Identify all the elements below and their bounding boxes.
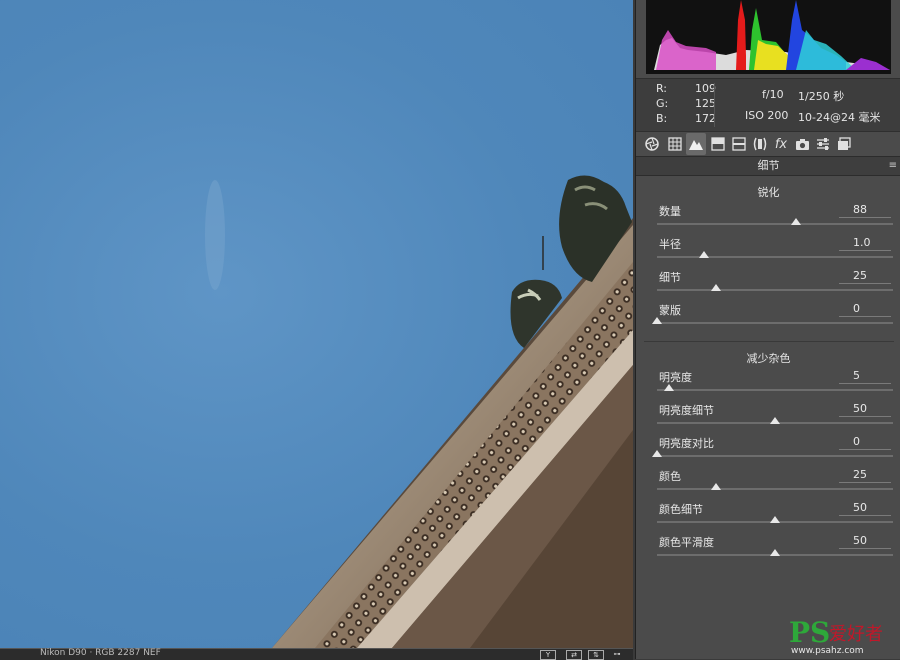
slider-row-luminance[interactable]: 明亮度 5 xyxy=(636,369,900,399)
g-value: 125 xyxy=(695,97,716,110)
slider-value-input[interactable]: 50 xyxy=(839,501,891,516)
slider-thumb[interactable] xyxy=(770,417,780,424)
slider-row-color-smoothness[interactable]: 颜色平滑度 50 xyxy=(636,534,900,564)
slider-label: 数量 xyxy=(659,205,681,218)
detail-title: 细节 xyxy=(757,159,780,172)
panel-tabs: fx xyxy=(636,132,900,157)
slider-value-input[interactable]: 25 xyxy=(839,468,891,483)
site-watermark: PS 爱好者 www.psahz.com xyxy=(785,616,895,656)
section-title: 细节 ≡ xyxy=(636,157,900,176)
mountain-icon[interactable] xyxy=(686,133,706,155)
slider-row-color[interactable]: 颜色 25 xyxy=(636,468,900,498)
slider-thumb[interactable] xyxy=(711,483,721,490)
slider-thumb[interactable] xyxy=(791,218,802,225)
g-readout: G: 125 xyxy=(656,97,716,110)
watermark-cn: 爱好者 xyxy=(829,624,883,645)
presets-icon[interactable] xyxy=(834,133,854,155)
slider-track[interactable] xyxy=(657,483,893,490)
slider-row-radius[interactable]: 半径 1.0 xyxy=(636,236,900,266)
r-label: R: xyxy=(656,82,668,95)
slider-row-amount[interactable]: 数量 88 xyxy=(636,203,900,233)
adjustment-panel: R: 109 G: 125 B: 172 f/10 1/250 秒 ISO 20… xyxy=(635,0,900,659)
slider-track[interactable] xyxy=(657,251,893,258)
slider-label: 细节 xyxy=(659,271,681,284)
slider-track[interactable] xyxy=(652,317,893,324)
slider-track[interactable] xyxy=(657,284,893,291)
group-divider xyxy=(644,341,894,342)
slider-thumb[interactable] xyxy=(770,549,780,556)
aperture-value: f/10 xyxy=(762,88,784,101)
sliders-icon[interactable] xyxy=(813,133,833,155)
slider-label: 明亮度对比 xyxy=(659,437,714,450)
slider-row-luminance-contrast[interactable]: 明亮度对比 0 xyxy=(636,435,900,465)
info-readouts: R: 109 G: 125 B: 172 f/10 1/250 秒 ISO 20… xyxy=(636,78,900,132)
aperture-icon[interactable] xyxy=(642,133,662,155)
readout-divider xyxy=(714,83,715,127)
slider-label: 颜色细节 xyxy=(659,503,703,516)
slider-track[interactable] xyxy=(657,384,893,391)
slider-label: 半径 xyxy=(659,238,681,251)
watermark-url: www.psahz.com xyxy=(791,646,864,656)
slider-thumb[interactable] xyxy=(711,284,721,291)
slider-thumb[interactable] xyxy=(652,450,662,457)
b-value: 172 xyxy=(695,112,716,125)
slider-label: 颜色平滑度 xyxy=(659,536,714,549)
r-readout: R: 109 xyxy=(656,82,716,95)
iso-value: ISO 200 xyxy=(745,109,789,122)
slider-label: 明亮度细节 xyxy=(659,404,714,417)
slider-value-input[interactable]: 50 xyxy=(839,534,891,549)
slider-value-input[interactable]: 88 xyxy=(839,203,891,218)
slider-thumb[interactable] xyxy=(699,251,710,258)
slider-track[interactable] xyxy=(657,516,893,523)
panel-menu-icon[interactable]: ≡ xyxy=(889,157,897,175)
noise-group-title: 减少杂色 xyxy=(746,352,791,365)
slider-thumb[interactable] xyxy=(770,516,780,523)
slider-value-input[interactable]: 0 xyxy=(839,435,891,450)
slider-value-input[interactable]: 0 xyxy=(839,302,891,317)
status-bar: Nikon D90 · RGB 2287 NEF Y ⇄ ⇅ ⊶ xyxy=(0,648,633,660)
slider-track[interactable] xyxy=(652,450,893,457)
lens-icon[interactable] xyxy=(750,133,770,155)
r-value: 109 xyxy=(695,82,716,95)
g-label: G: xyxy=(656,97,669,110)
slider-row-detail[interactable]: 细节 25 xyxy=(636,269,900,299)
slider-label: 颜色 xyxy=(659,470,681,483)
slider-value-input[interactable]: 50 xyxy=(839,402,891,417)
histogram xyxy=(646,0,891,74)
sharpen-group-title: 锐化 xyxy=(757,186,780,199)
b-readout: B: 172 xyxy=(656,112,716,125)
slider-value-input[interactable]: 25 xyxy=(839,269,891,284)
slider-value-input[interactable]: 5 xyxy=(839,369,891,384)
grid-icon[interactable] xyxy=(665,133,685,155)
toggle-icon[interactable]: ⊶ xyxy=(610,650,624,658)
watermark-ps: PS xyxy=(789,616,831,649)
photo-building-cornice xyxy=(205,175,633,648)
slider-value-input[interactable]: 1.0 xyxy=(839,236,891,251)
slider-track[interactable] xyxy=(657,549,893,556)
slider-row-color-detail[interactable]: 颜色细节 50 xyxy=(636,501,900,531)
split-tone-icon[interactable] xyxy=(708,133,728,155)
hsl-icon[interactable] xyxy=(729,133,749,155)
slider-label: 蒙版 xyxy=(659,304,681,317)
fx-icon[interactable]: fx xyxy=(771,133,791,155)
slider-row-luminance-detail[interactable]: 明亮度细节 50 xyxy=(636,402,900,432)
slider-thumb[interactable] xyxy=(663,384,674,391)
lens-value: 10-24@24 毫米 xyxy=(798,111,881,124)
slider-track[interactable] xyxy=(657,417,893,424)
shutter-value: 1/250 秒 xyxy=(798,90,845,103)
slider-track[interactable] xyxy=(657,218,893,225)
b-label: B: xyxy=(656,112,668,125)
file-info-text: Nikon D90 · RGB 2287 NEF xyxy=(40,648,161,658)
slider-thumb[interactable] xyxy=(652,317,662,324)
slider-label: 明亮度 xyxy=(659,371,692,384)
slider-row-masking[interactable]: 蒙版 0 xyxy=(636,302,900,332)
camera-icon[interactable] xyxy=(792,133,812,155)
image-preview[interactable] xyxy=(0,0,633,648)
